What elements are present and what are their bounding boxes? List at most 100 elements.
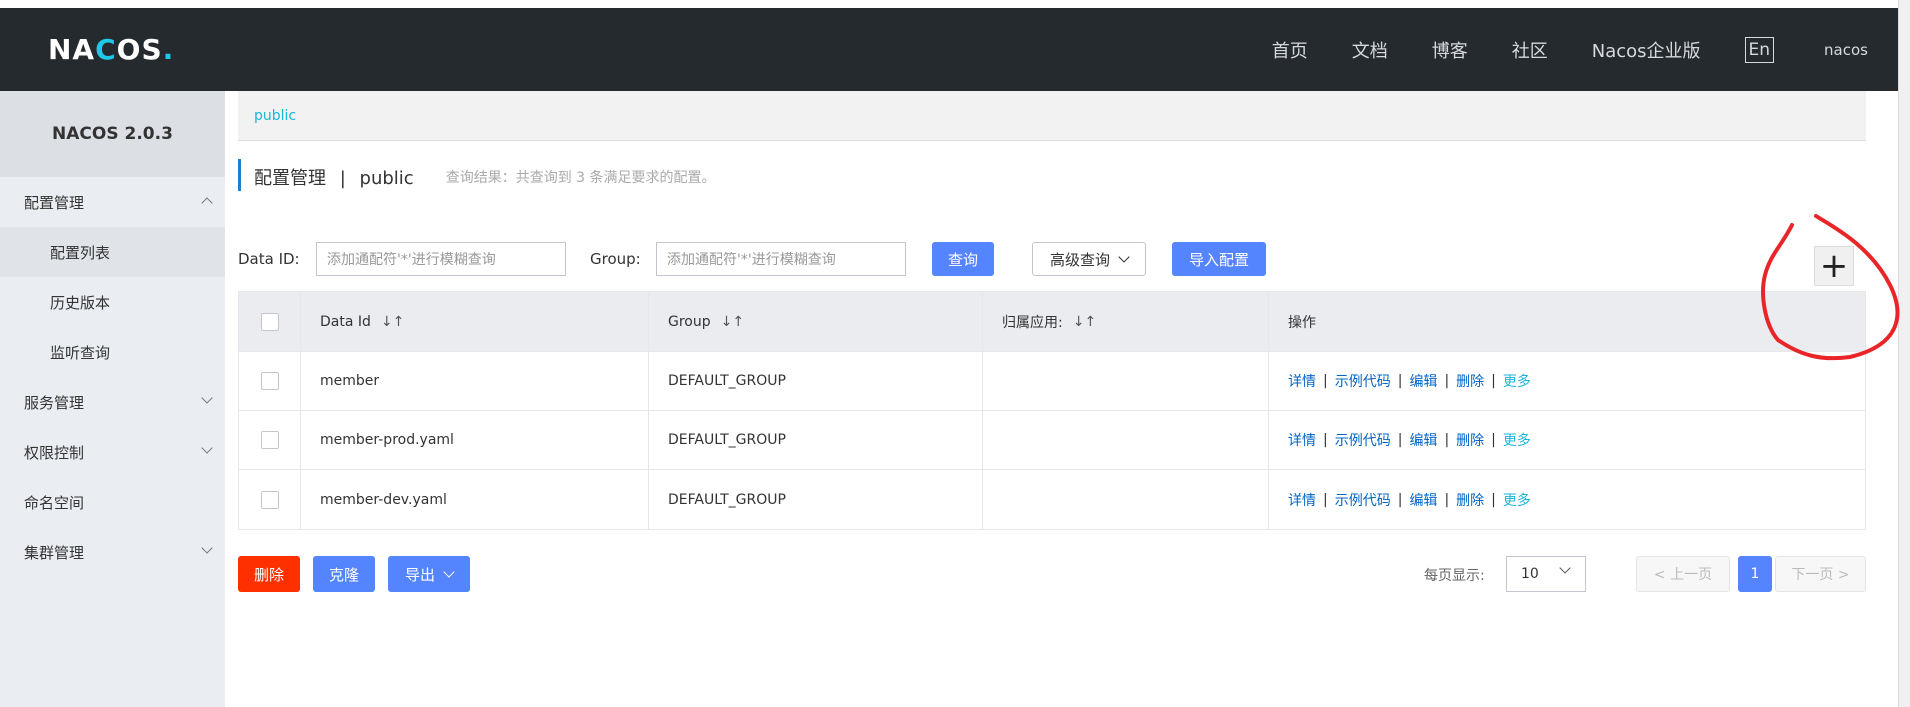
- header-group-label: Group: [668, 313, 711, 330]
- op-separator: |: [1444, 373, 1450, 389]
- query-button[interactable]: 查询: [932, 242, 994, 276]
- row-checkbox-cell: [239, 352, 301, 410]
- detail-link[interactable]: 详情: [1288, 490, 1316, 510]
- cell-group: DEFAULT_GROUP: [649, 411, 983, 469]
- sidebar: NACOS 2.0.3 配置管理 配置列表 历史版本 监听查询 服务管理 权限控…: [0, 91, 225, 707]
- top-navigation-bar: NACOS. 首页 文档 博客 社区 Nacos企业版 En nacos: [0, 8, 1898, 91]
- search-bar: Data ID: 添加通配符'*'进行模糊查询 Group: 添加通配符'*'进…: [238, 239, 1866, 279]
- edit-link[interactable]: 编辑: [1409, 430, 1437, 450]
- header-app-label: 归属应用:: [1002, 314, 1063, 331]
- advanced-query-button[interactable]: 高级查询: [1032, 242, 1146, 276]
- nav-enterprise[interactable]: Nacos企业版: [1592, 37, 1701, 63]
- row-checkbox[interactable]: [260, 490, 279, 509]
- export-label: 导出: [404, 565, 435, 584]
- batch-delete-button[interactable]: 删除: [238, 556, 300, 592]
- nav-home[interactable]: 首页: [1272, 37, 1308, 63]
- user-menu[interactable]: nacos: [1824, 41, 1868, 59]
- group-label: Group:: [590, 250, 641, 268]
- top-nav: 首页 文档 博客 社区 Nacos企业版 En nacos: [1228, 8, 1868, 91]
- op-separator: |: [1444, 491, 1450, 508]
- select-all-checkbox[interactable]: [260, 312, 279, 331]
- sample-code-link[interactable]: 示例代码: [1335, 490, 1391, 510]
- more-link[interactable]: 更多: [1503, 430, 1531, 450]
- sidebar-item-history[interactable]: 历史版本: [0, 277, 225, 327]
- sidebar-item-label: 配置列表: [50, 243, 111, 262]
- chevron-down-icon: [443, 565, 455, 578]
- header-checkbox-cell: [239, 292, 301, 351]
- sort-icon[interactable]: ↓↑: [1073, 314, 1096, 330]
- clone-button[interactable]: 克隆: [313, 556, 375, 592]
- delete-link[interactable]: 删除: [1456, 371, 1484, 391]
- table-row: member-dev.yaml DEFAULT_GROUP 详情 | 示例代码 | …: [239, 470, 1865, 529]
- cell-operations: 详情 | 示例代码 | 编辑 | 删除 | 更多: [1269, 470, 1865, 529]
- sidebar-item-service-management[interactable]: 服务管理: [0, 377, 225, 427]
- sidebar-item-label: 监听查询: [50, 343, 111, 362]
- sidebar-item-config-management[interactable]: 配置管理: [0, 177, 225, 227]
- sidebar-item-namespace[interactable]: 命名空间: [0, 477, 225, 527]
- nav-docs[interactable]: 文档: [1352, 37, 1388, 63]
- language-toggle[interactable]: En: [1744, 36, 1775, 63]
- title-accent-bar: [238, 159, 241, 191]
- edit-link[interactable]: 编辑: [1409, 371, 1437, 391]
- sidebar-item-label: 服务管理: [24, 393, 85, 412]
- sidebar-item-access-control[interactable]: 权限控制: [0, 427, 225, 477]
- table-header-row: Data Id ↓↑ Group ↓↑ 归属应用: ↓↑ 操作: [239, 292, 1865, 352]
- page-size-select[interactable]: 10: [1506, 556, 1586, 592]
- detail-link[interactable]: 详情: [1288, 371, 1316, 391]
- chevron-down-icon: [1118, 250, 1130, 263]
- header-group[interactable]: Group ↓↑: [649, 292, 983, 351]
- op-separator: |: [1397, 373, 1403, 389]
- delete-link[interactable]: 删除: [1456, 490, 1484, 510]
- cell-app: [983, 411, 1269, 469]
- page-title-separator: |: [339, 168, 346, 189]
- cell-app: [983, 352, 1269, 410]
- op-separator: |: [1323, 432, 1328, 448]
- prev-page-button[interactable]: < 上一页: [1636, 556, 1730, 592]
- dataid-search-input[interactable]: 添加通配符'*'进行模糊查询: [316, 242, 566, 276]
- header-dataid[interactable]: Data Id ↓↑: [301, 292, 649, 351]
- delete-link[interactable]: 删除: [1456, 430, 1484, 450]
- header-app[interactable]: 归属应用: ↓↑: [983, 292, 1269, 351]
- more-link[interactable]: 更多: [1503, 371, 1531, 391]
- sample-code-link[interactable]: 示例代码: [1335, 430, 1391, 450]
- next-page-button[interactable]: 下一页 >: [1775, 556, 1866, 592]
- header-operations-label: 操作: [1288, 314, 1316, 331]
- sidebar-item-label: 集群管理: [24, 543, 85, 562]
- sidebar-item-label: 权限控制: [24, 443, 85, 462]
- dataid-label: Data ID:: [238, 250, 300, 268]
- cell-dataid: member-dev.yaml: [301, 470, 649, 529]
- page-title-row: 配置管理 | public 查询结果：共查询到 3 条满足要求的配置。: [238, 153, 1866, 201]
- chevron-down-icon: [201, 542, 213, 554]
- sidebar-item-cluster-management[interactable]: 集群管理: [0, 527, 225, 577]
- cell-group: DEFAULT_GROUP: [649, 470, 983, 529]
- export-button[interactable]: 导出: [388, 556, 470, 592]
- page-button-1[interactable]: 1: [1738, 556, 1772, 592]
- cell-group: DEFAULT_GROUP: [649, 352, 983, 410]
- op-separator: |: [1323, 491, 1328, 508]
- nav-community[interactable]: 社区: [1512, 37, 1548, 63]
- cell-dataid: member-prod.yaml: [301, 411, 649, 469]
- row-checkbox[interactable]: [260, 372, 279, 390]
- edit-link[interactable]: 编辑: [1409, 490, 1437, 510]
- sidebar-item-config-list[interactable]: 配置列表: [0, 227, 225, 277]
- row-checkbox-cell: [239, 470, 301, 529]
- nacos-logo[interactable]: NACOS.: [48, 33, 174, 66]
- sample-code-link[interactable]: 示例代码: [1335, 371, 1391, 391]
- sort-icon[interactable]: ↓↑: [721, 314, 744, 330]
- cell-app: [983, 470, 1269, 529]
- advanced-query-label: 高级查询: [1049, 250, 1110, 269]
- namespace-link-public[interactable]: public: [254, 108, 296, 124]
- more-link[interactable]: 更多: [1503, 490, 1531, 510]
- import-config-button[interactable]: 导入配置: [1172, 242, 1266, 276]
- header-area: NACOS. 首页 文档 博客 社区 Nacos企业版 En nacos: [0, 0, 1910, 92]
- row-checkbox[interactable]: [260, 431, 279, 449]
- detail-link[interactable]: 详情: [1288, 430, 1316, 450]
- page-size-value: 10: [1521, 566, 1539, 582]
- op-separator: |: [1397, 491, 1403, 508]
- group-search-input[interactable]: 添加通配符'*'进行模糊查询: [656, 242, 906, 276]
- sort-icon[interactable]: ↓↑: [381, 314, 404, 330]
- sidebar-item-listener-query[interactable]: 监听查询: [0, 327, 225, 377]
- page-size-label: 每页显示:: [1424, 568, 1485, 584]
- op-separator: |: [1491, 491, 1496, 508]
- nav-blog[interactable]: 博客: [1432, 37, 1468, 63]
